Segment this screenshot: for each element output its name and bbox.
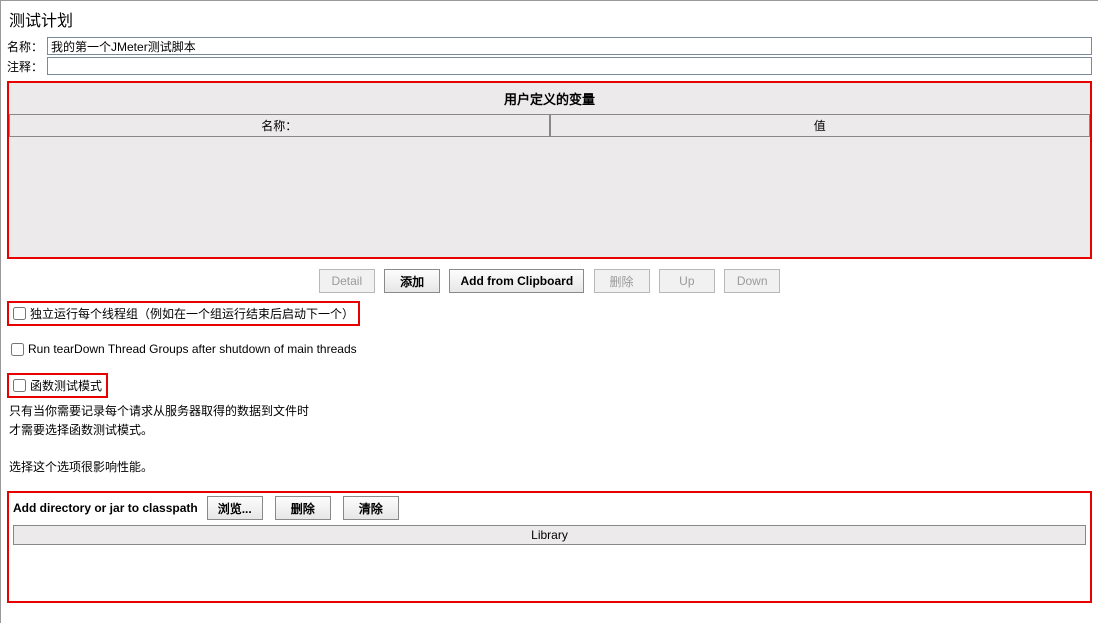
name-input[interactable] [47,37,1092,55]
comment-input[interactable] [47,57,1092,75]
classpath-label: Add directory or jar to classpath [13,501,198,515]
add-button[interactable]: 添加 [384,269,440,293]
desc-line2: 才需要选择函数测试模式。 [9,421,1092,440]
user-vars-col-value[interactable]: 值 [550,114,1091,137]
comment-row: 注释： [7,57,1092,75]
add-from-clipboard-button[interactable]: Add from Clipboard [449,269,584,293]
name-row: 名称： [7,37,1092,55]
classpath-delete-button[interactable]: 删除 [275,496,331,520]
functional-mode-label: 函数测试模式 [30,377,102,394]
user-vars-col-name[interactable]: 名称： [9,114,550,137]
test-plan-panel: 测试计划 名称： 注释： 用户定义的变量 名称： 值 Detail 添加 Add… [0,0,1098,623]
up-button: Up [659,269,715,293]
comment-label: 注释： [7,58,47,75]
functional-mode-checkbox[interactable] [13,379,26,392]
library-column-header[interactable]: Library [13,525,1086,545]
library-list-body[interactable] [13,545,1086,597]
teardown-option[interactable]: Run tearDown Thread Groups after shutdow… [7,340,361,358]
functional-mode-desc: 只有当你需要记录每个请求从服务器取得的数据到文件时 才需要选择函数测试模式。 [9,402,1092,440]
user-vars-headers: 名称： 值 [9,114,1090,137]
user-vars-section: 用户定义的变量 名称： 值 [7,81,1092,259]
desc-line1: 只有当你需要记录每个请求从服务器取得的数据到文件时 [9,402,1092,421]
perf-warning: 选择这个选项很影响性能。 [9,458,1092,477]
vars-button-row: Detail 添加 Add from Clipboard 删除 Up Down [7,269,1092,293]
functional-mode-option[interactable]: 函数测试模式 [7,373,108,398]
teardown-checkbox[interactable] [11,343,24,356]
detail-button: Detail [319,269,375,293]
teardown-label: Run tearDown Thread Groups after shutdow… [28,342,357,356]
clear-button[interactable]: 清除 [343,496,399,520]
user-vars-title: 用户定义的变量 [9,83,1090,114]
browse-button[interactable]: 浏览... [207,496,263,520]
consecutive-threadgroups-option[interactable]: 独立运行每个线程组（例如在一个组运行结束后启动下一个） [7,301,360,326]
name-label: 名称： [7,38,47,55]
down-button: Down [724,269,780,293]
delete-button: 删除 [594,269,650,293]
consecutive-checkbox[interactable] [13,307,26,320]
page-title: 测试计划 [9,7,1092,31]
classpath-header-row: Add directory or jar to classpath 浏览... … [9,493,1090,523]
consecutive-label: 独立运行每个线程组（例如在一个组运行结束后启动下一个） [30,305,354,322]
classpath-section: Add directory or jar to classpath 浏览... … [7,491,1092,603]
user-vars-body[interactable] [9,137,1090,257]
